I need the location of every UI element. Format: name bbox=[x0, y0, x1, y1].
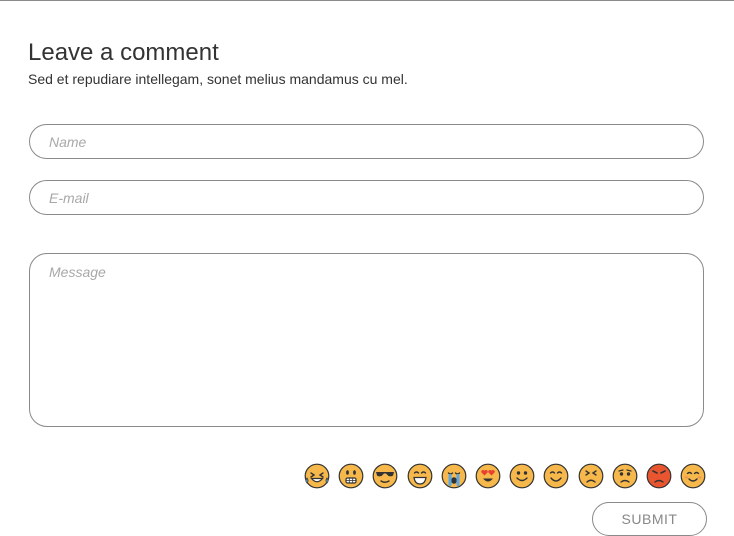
grinning-squint-icon[interactable] bbox=[407, 463, 433, 489]
worried-icon[interactable] bbox=[612, 463, 638, 489]
name-input[interactable] bbox=[29, 124, 704, 159]
blushing-icon[interactable] bbox=[680, 463, 706, 489]
heart-eyes-icon[interactable] bbox=[475, 463, 501, 489]
submit-button[interactable]: SUBMIT bbox=[592, 502, 707, 536]
smiling-icon[interactable] bbox=[509, 463, 535, 489]
crying-icon[interactable] bbox=[441, 463, 467, 489]
persevering-icon[interactable] bbox=[578, 463, 604, 489]
top-divider bbox=[0, 0, 734, 1]
sunglasses-icon[interactable] bbox=[372, 463, 398, 489]
angry-icon[interactable] bbox=[646, 463, 672, 489]
email-input[interactable] bbox=[29, 180, 704, 215]
emoji-reactions bbox=[304, 463, 706, 491]
message-textarea[interactable] bbox=[29, 253, 704, 427]
grin-icon[interactable] bbox=[543, 463, 569, 489]
grimacing-icon[interactable] bbox=[338, 463, 364, 489]
laughing-tears-icon[interactable] bbox=[304, 463, 330, 489]
page-subtitle: Sed et repudiare intellegam, sonet meliu… bbox=[28, 71, 408, 87]
page-title: Leave a comment bbox=[28, 39, 219, 66]
